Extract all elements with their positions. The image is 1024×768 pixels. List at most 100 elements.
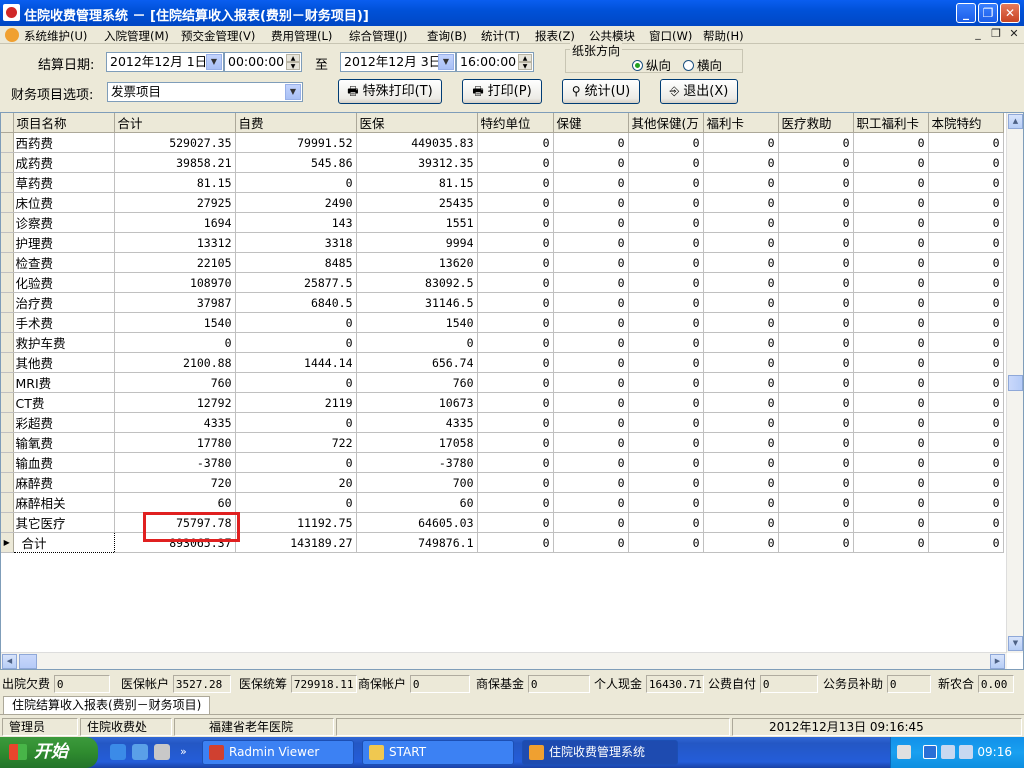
item-name-cell[interactable]: 草药费 (13, 172, 115, 193)
value-cell[interactable]: 0 (778, 172, 854, 193)
value-cell[interactable]: 0 (778, 212, 854, 233)
value-cell[interactable]: 0 (703, 172, 779, 193)
column-header[interactable]: 福利卡 (703, 113, 779, 133)
value-cell[interactable]: 0 (477, 512, 554, 533)
minimize-button[interactable]: _ (956, 3, 976, 23)
value-cell[interactable]: 0 (477, 352, 554, 373)
value-cell[interactable]: 0 (853, 172, 929, 193)
value-cell[interactable]: 0 (477, 412, 554, 433)
network-icon[interactable] (959, 745, 973, 759)
table-row[interactable]: 化验费 108970 25877.5 83092.5 0 0 0 0 0 0 0 (1, 272, 1004, 293)
value-cell[interactable]: 1540 (114, 312, 236, 333)
mdi-child-icon[interactable] (5, 28, 19, 42)
value-cell[interactable]: 0 (778, 452, 854, 473)
value-cell[interactable]: 0 (778, 352, 854, 373)
row-indicator[interactable] (1, 352, 14, 373)
value-cell[interactable]: 0 (628, 252, 704, 273)
value-cell[interactable]: 0 (928, 352, 1004, 373)
task-billing-system[interactable]: 住院收费管理系统 (522, 740, 678, 765)
table-row[interactable]: 诊察费 1694 143 1551 0 0 0 0 0 0 0 (1, 212, 1004, 233)
value-cell[interactable]: 0 (553, 412, 629, 433)
value-cell[interactable]: 0 (477, 472, 554, 493)
value-cell[interactable]: 0 (553, 352, 629, 373)
value-cell[interactable]: 749876.1 (356, 532, 478, 553)
value-cell[interactable]: 0 (477, 272, 554, 293)
table-row[interactable]: 床位费 27925 2490 25435 0 0 0 0 0 0 0 (1, 192, 1004, 213)
start-time-field[interactable]: 00:00:00 ▲ ▼ (224, 52, 302, 72)
app-icon[interactable] (3, 4, 20, 21)
value-cell[interactable]: 0 (477, 232, 554, 253)
value-cell[interactable]: 17058 (356, 432, 478, 453)
value-cell[interactable]: 0 (477, 532, 554, 553)
value-cell[interactable]: 64605.03 (356, 512, 478, 533)
table-row[interactable]: 成药费 39858.21 545.86 39312.35 0 0 0 0 0 0 0 (1, 152, 1004, 173)
column-header[interactable]: 医保 (356, 113, 478, 133)
menu-prepayment[interactable]: 预交金管理(V) (181, 28, 255, 44)
value-cell[interactable]: 0 (928, 292, 1004, 313)
mdi-minimize-button[interactable]: _ (970, 27, 986, 41)
value-cell[interactable]: 0 (235, 452, 357, 473)
scroll-left-icon[interactable]: ◀ (2, 654, 17, 669)
value-cell[interactable]: 1540 (356, 312, 478, 333)
value-cell[interactable]: 81.15 (356, 172, 478, 193)
value-cell[interactable]: 60 (114, 492, 236, 513)
value-cell[interactable]: 0 (853, 492, 929, 513)
value-cell[interactable]: 0 (628, 452, 704, 473)
value-cell[interactable]: 1694 (114, 212, 236, 233)
value-cell[interactable]: 0 (553, 152, 629, 173)
vertical-scrollbar[interactable]: ▲ ▼ (1006, 113, 1023, 653)
value-cell[interactable]: 81.15 (114, 172, 236, 193)
value-cell[interactable]: 0 (628, 372, 704, 393)
value-cell[interactable]: 0 (628, 512, 704, 533)
task-radmin-viewer[interactable]: Radmin Viewer (202, 740, 354, 765)
table-row[interactable]: 其他费 2100.88 1444.14 656.74 0 0 0 0 0 0 0 (1, 352, 1004, 373)
value-cell[interactable]: 39312.35 (356, 152, 478, 173)
value-cell[interactable]: 0 (778, 272, 854, 293)
value-cell[interactable]: 0 (553, 292, 629, 313)
value-cell[interactable]: 0 (553, 372, 629, 393)
item-name-cell[interactable]: 检查费 (13, 252, 115, 273)
menu-query[interactable]: 查询(B) (427, 28, 467, 44)
column-header[interactable]: 其他保健(万 (628, 113, 704, 133)
value-cell[interactable]: 0 (553, 512, 629, 533)
tab-income-report[interactable]: 住院结算收入报表(费别－财务项目) (3, 696, 211, 714)
value-cell[interactable]: 0 (477, 152, 554, 173)
value-cell[interactable]: 0 (235, 372, 357, 393)
row-indicator[interactable] (1, 292, 14, 313)
menu-statistics[interactable]: 统计(T) (481, 28, 520, 44)
value-cell[interactable]: 0 (477, 392, 554, 413)
value-cell[interactable]: 17780 (114, 432, 236, 453)
row-indicator[interactable] (1, 412, 14, 433)
value-cell[interactable]: 0 (553, 252, 629, 273)
value-cell[interactable]: 700 (356, 472, 478, 493)
value-cell[interactable]: 0 (928, 452, 1004, 473)
value-cell[interactable]: 143189.27 (235, 532, 357, 553)
chevron-down-icon[interactable]: ▼ (285, 84, 301, 100)
value-cell[interactable]: 37987 (114, 292, 236, 313)
value-cell[interactable]: 0 (628, 432, 704, 453)
value-cell[interactable]: 0 (553, 472, 629, 493)
value-cell[interactable]: 3318 (235, 232, 357, 253)
row-indicator[interactable] (1, 172, 14, 193)
value-cell[interactable]: 0 (853, 192, 929, 213)
end-time-spinner[interactable]: ▲ ▼ (518, 54, 532, 70)
table-row[interactable]: 输血费 -3780 0 -3780 0 0 0 0 0 0 0 (1, 452, 1004, 473)
value-cell[interactable]: 0 (703, 412, 779, 433)
value-cell[interactable]: 0 (628, 132, 704, 153)
value-cell[interactable]: 0 (778, 412, 854, 433)
value-cell[interactable]: 0 (853, 152, 929, 173)
value-cell[interactable]: 0 (853, 352, 929, 373)
value-cell[interactable]: 0 (553, 212, 629, 233)
row-indicator[interactable] (1, 272, 14, 293)
value-cell[interactable]: 25435 (356, 192, 478, 213)
mdi-close-button[interactable]: ✕ (1006, 27, 1022, 41)
chevron-right-icon[interactable]: » (180, 745, 190, 761)
column-header[interactable]: 合计 (114, 113, 236, 133)
portrait-radio[interactable]: 纵向 (632, 55, 671, 74)
value-cell[interactable]: 0 (853, 472, 929, 493)
value-cell[interactable]: 0 (703, 492, 779, 513)
item-name-cell[interactable]: 西药费 (13, 132, 115, 153)
value-cell[interactable]: 0 (928, 312, 1004, 333)
item-name-cell[interactable]: 其它医疗 (13, 512, 115, 533)
value-cell[interactable]: 0 (553, 132, 629, 153)
